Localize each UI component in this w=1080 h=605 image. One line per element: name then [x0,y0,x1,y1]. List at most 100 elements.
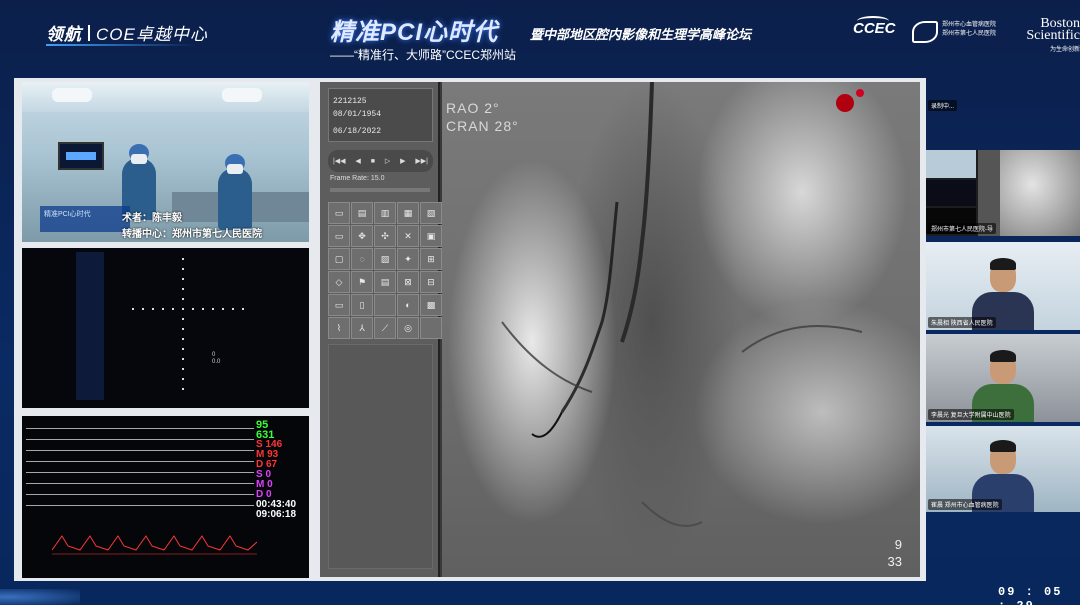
frame-counter: 9 [894,537,902,552]
wall-monitor [58,142,104,170]
frame-total: 33 [887,554,902,569]
participant-tile-broadcast[interactable]: 郑州市第七人民医院-导 [926,150,1080,236]
tool-grid: ▭ ▤ ▥ ▦ ▧ ▭ ✥ ✣ ✕ ▣ ▢ ◌ ▨ ✦ ⊞ ◇ ⚑ ▤ ⊠ ⊟ ▭ ▯ ◐ ▩ ⌇ ⅄ ⟋ ◎ [328,202,442,339]
ivus-marker [182,318,184,320]
playback-controls: |◀◀ ◀ ■ ▷ ▶ ▶▶| [328,150,433,172]
tool-button-icon[interactable]: ⚑ [351,271,373,293]
ivus-marker [182,298,184,300]
tool-button-icon[interactable]: ▭ [328,294,350,316]
tool-button-icon[interactable]: ▤ [351,202,373,224]
ivus-readout-line: 0.0 [212,359,221,365]
tool-button-icon[interactable]: ⌇ [328,317,350,339]
ivus-marker [132,308,134,310]
ivus-readout-line: 0 [212,352,216,358]
recording-indicator-icon [836,94,854,112]
ivus-marker [182,358,184,360]
event-title: 精准PCI心时代 [330,19,499,46]
tool-button-icon[interactable]: ⟋ [374,317,396,339]
tool-button-icon[interactable]: ✦ [397,248,419,270]
tool-button-icon[interactable] [420,317,442,339]
hospital-logo: 郑州市心血管病医院 郑州市第七人民医院 [912,19,1002,45]
tool-button-icon[interactable]: ▯ [351,294,373,316]
ivus-screen: 0 0.0 [22,248,309,408]
participant-tile[interactable]: 李晨光 复旦大学附属中山医院 [926,334,1080,422]
tool-button-icon[interactable]: ⊟ [420,271,442,293]
ivus-marker [232,308,234,310]
tool-button-icon[interactable]: ⅄ [351,317,373,339]
brand-logo: 领航 COE卓越中心 [46,20,208,45]
ecg-trace-line [26,472,254,473]
vital-reading: 09:06:18 [256,509,297,520]
hospital-name-1: 郑州市心血管病医院 [942,22,997,28]
ivus-sidebar [76,252,104,400]
brand-underline [46,44,196,46]
ivus-marker [182,368,184,370]
ecg-trace-line [26,461,254,462]
angiogram-image: RAO 2° CRAN 28° 9 33 [442,82,920,577]
recording-indicator-icon [856,89,864,97]
recording-tag: 录制中... [928,100,958,111]
pressure-waveform [52,535,257,555]
ivus-marker [242,308,244,310]
participant-name-tag: 朱晨相 陕西省人民医院 [928,317,996,328]
ivus-marker [222,308,224,310]
ivus-marker [162,308,164,310]
tool-button-icon[interactable]: ⊠ [397,271,419,293]
tool-button-icon[interactable]: ▩ [420,294,442,316]
frame-rate-label: Frame Rate: 15.0 [330,175,385,182]
boston-tagline: 为生命创新 [1049,47,1080,53]
tool-button-icon[interactable]: ◐ [397,294,419,316]
ivus-marker [202,308,204,310]
tool-button-icon[interactable]: ▭ [328,202,350,224]
tool-button-icon[interactable]: ⊞ [420,248,442,270]
ecg-trace-line [26,505,254,506]
playback-button[interactable]: ■ [371,158,375,165]
tool-button-icon[interactable]: ▧ [420,202,442,224]
tool-button-icon[interactable]: ✣ [374,225,396,247]
patient-id: 2212125 [333,97,367,106]
ivus-readout: 0 0.0 [212,352,220,366]
angiography-viewer: 2212125 08/01/1954 06/18/2022 |◀◀ ◀ ■ ▷ ▶ ▶▶|… [320,82,920,577]
surgeon-figure [218,154,252,230]
tool-button-icon[interactable]: ◌ [351,248,373,270]
event-subtitle-2: ——“精准行、大师路”CCEC郑州站 [330,48,516,62]
caption-box: 精准PCI心时代 [40,206,130,232]
tool-button-icon[interactable]: ▣ [420,225,442,247]
ivus-marker [182,288,184,290]
tool-button-icon[interactable] [374,294,396,316]
ivus-marker [182,388,184,390]
header-bar: 领航 COE卓越中心 精准PCI心时代 暨中部地区腔内影像和生理学高峰论坛 ——… [0,0,1080,78]
playback-button[interactable]: ▶ [400,157,405,165]
tool-button-icon[interactable]: ▭ [328,225,350,247]
playback-button[interactable]: ◀ [355,157,360,165]
operating-room-video: 精准PCI心时代 术者：陈丰毅 转播中心：郑州市第七人民医院 [22,82,309,242]
tool-button-icon[interactable]: ▢ [328,248,350,270]
tool-button-icon[interactable]: ✕ [397,225,419,247]
ivus-marker [192,308,194,310]
ccec-logo: CCEC [853,20,896,37]
ivus-marker [182,338,184,340]
tool-button-icon[interactable]: ◇ [328,271,350,293]
hospital-name-2: 郑州市第七人民医院 [942,31,997,37]
coronary-vessels [501,82,863,527]
playback-button[interactable]: ▷ [385,157,390,165]
tool-button-icon[interactable]: ✥ [351,225,373,247]
tool-button-icon[interactable]: ▦ [397,202,419,224]
ecg-trace-line [26,428,254,429]
playback-button[interactable]: |◀◀ [333,157,346,165]
participant-tile[interactable]: 崔晨 郑州市心血管病医院 [926,426,1080,512]
tool-button-icon[interactable]: ▨ [374,248,396,270]
tool-button-icon[interactable]: ◎ [397,317,419,339]
tool-button-icon[interactable]: ▤ [374,271,396,293]
ecg-trace-line [26,450,254,451]
tool-button-icon[interactable]: ▥ [374,202,396,224]
patient-dob: 08/01/1954 [333,110,382,119]
participant-tile[interactable]: 朱晨相 陕西省人民医院 [926,242,1080,330]
ecg-trace-line [26,483,254,484]
playback-button[interactable]: ▶▶| [415,157,428,165]
frame-rate-slider[interactable] [330,188,430,192]
study-date: 06/18/2022 [333,127,382,136]
brand-divider [88,24,90,41]
ivus-marker [182,348,184,350]
ivus-marker [212,308,214,310]
